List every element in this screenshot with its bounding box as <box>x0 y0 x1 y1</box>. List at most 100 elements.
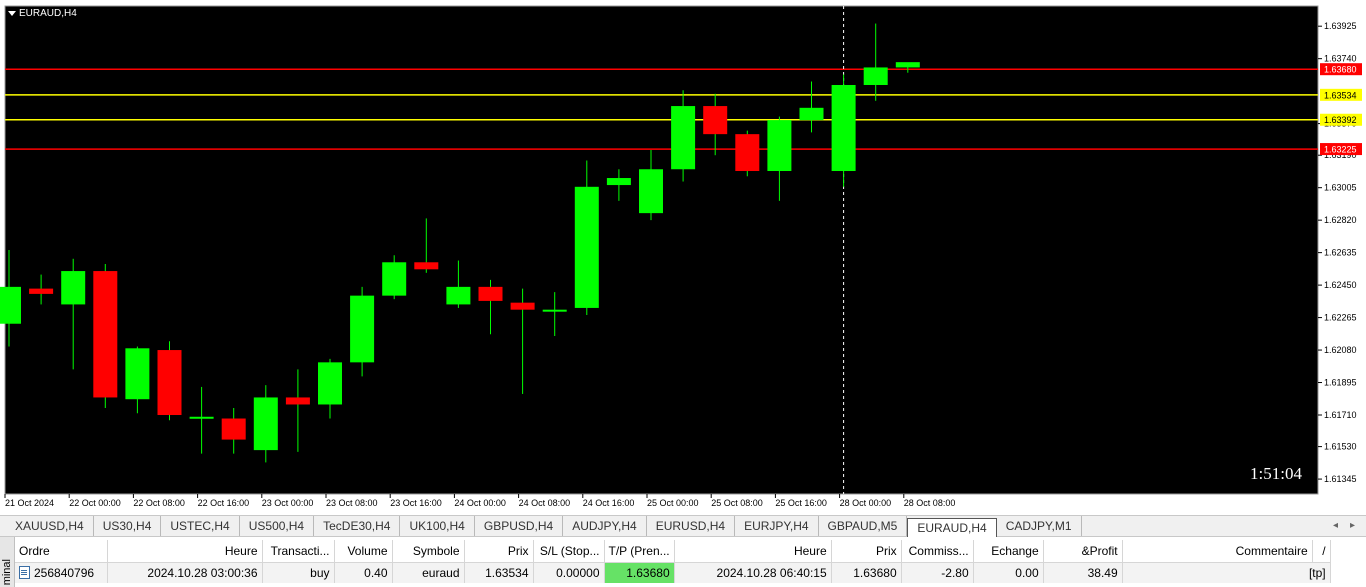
column-header[interactable]: Ordre <box>15 540 108 563</box>
chart-symbol-label: EURAUD,H4 <box>19 8 77 19</box>
price-chart[interactable]: 1.639251.637401.633701.631901.630051.628… <box>0 0 1366 515</box>
candle-body <box>735 134 760 172</box>
column-header[interactable]: Symbole <box>392 540 465 563</box>
x-tick-label: 22 Oct 08:00 <box>133 498 185 508</box>
tab-cadjpy-m1[interactable]: CADJPY,M1 <box>997 516 1082 536</box>
table-cell: [tp] <box>1122 562 1331 583</box>
tab-xauusd-h4[interactable]: XAUUSD,H4 <box>6 516 94 536</box>
table-cell: 1.63680 <box>604 562 675 583</box>
candle-body <box>93 271 118 398</box>
y-tick-label: 1.62635 <box>1324 248 1357 258</box>
tab-us30-h4[interactable]: US30,H4 <box>94 516 162 536</box>
x-tick-label: 25 Oct 08:00 <box>711 498 763 508</box>
tabs-scroll-left-icon[interactable]: ◂ <box>1333 516 1338 536</box>
table-cell: 0.00000 <box>533 562 605 583</box>
y-tick-label: 1.61530 <box>1324 442 1357 452</box>
column-header[interactable]: Transacti... <box>262 540 335 563</box>
candle-body <box>767 120 792 172</box>
x-tick-label: 24 Oct 00:00 <box>454 498 506 508</box>
column-header[interactable]: S/L (Stop... <box>533 540 605 563</box>
x-tick-label: 21 Oct 2024 <box>5 498 54 508</box>
candle-body <box>863 67 888 85</box>
table-cell: euraud <box>392 562 465 583</box>
tab-uk100-h4[interactable]: UK100,H4 <box>400 516 475 536</box>
y-tick-label: 1.62450 <box>1324 280 1357 290</box>
column-header[interactable]: Commiss... <box>901 540 974 563</box>
chart-title: EURAUD,H4 <box>8 8 77 19</box>
column-header[interactable]: Prix <box>831 540 902 563</box>
column-header[interactable]: T/P (Pren... <box>604 540 675 563</box>
order-cell: 256840796 <box>15 562 108 583</box>
candle-body <box>831 84 856 172</box>
table-cell: 38.49 <box>1043 562 1123 583</box>
table-cell: 1.63534 <box>464 562 534 583</box>
tab-audjpy-h4[interactable]: AUDJPY,H4 <box>563 516 647 536</box>
x-tick-label: 24 Oct 08:00 <box>519 498 571 508</box>
column-header[interactable]: / <box>1312 540 1331 563</box>
candle-body <box>382 262 407 296</box>
x-tick-label: 22 Oct 00:00 <box>69 498 121 508</box>
column-header[interactable]: Echange <box>973 540 1044 563</box>
tab-euraud-h4[interactable]: EURAUD,H4 <box>907 518 997 537</box>
candle-body <box>157 350 182 416</box>
column-header[interactable]: Volume <box>334 540 393 563</box>
candle-body <box>253 397 278 451</box>
tab-eurusd-h4[interactable]: EURUSD,H4 <box>647 516 736 536</box>
candle-body <box>799 107 824 121</box>
candle-body <box>703 106 728 135</box>
x-tick-label: 23 Oct 16:00 <box>390 498 442 508</box>
column-header[interactable]: Heure <box>674 540 832 563</box>
price-level-label: 1.63534 <box>1324 90 1357 100</box>
candle-body <box>446 286 471 305</box>
tab-gbpusd-h4[interactable]: GBPUSD,H4 <box>475 516 564 536</box>
table-cell: 2024.10.28 03:00:36 <box>107 562 263 583</box>
table-cell: buy <box>262 562 335 583</box>
price-level-label: 1.63225 <box>1324 145 1357 155</box>
x-tick-label: 23 Oct 00:00 <box>262 498 314 508</box>
tab-ustec-h4[interactable]: USTEC,H4 <box>161 516 240 536</box>
candle-body <box>125 348 150 400</box>
x-tick-label: 28 Oct 08:00 <box>904 498 956 508</box>
candle-body <box>61 271 86 305</box>
column-header[interactable]: &Profit <box>1043 540 1123 563</box>
candle-body <box>189 416 214 419</box>
tab-us500-h4[interactable]: US500,H4 <box>240 516 315 536</box>
tab-tecde30-h4[interactable]: TecDE30,H4 <box>314 516 401 536</box>
candle-body <box>639 169 663 214</box>
y-tick-label: 1.63925 <box>1324 21 1357 31</box>
x-tick-label: 25 Oct 16:00 <box>775 498 827 508</box>
price-level-label: 1.63392 <box>1324 115 1357 125</box>
tab-eurjpy-h4[interactable]: EURJPY,H4 <box>735 516 819 536</box>
candle-body <box>29 288 54 294</box>
table-cell: 1.63680 <box>831 562 902 583</box>
column-header[interactable]: Commentaire <box>1122 540 1313 563</box>
table-row[interactable]: 256840796 2024.10.28 03:00:36 buy 0.40 eurau… <box>15 562 1331 583</box>
y-tick-label: 1.63740 <box>1324 54 1357 64</box>
candle-body <box>606 178 631 186</box>
candle-body <box>350 295 375 363</box>
terminal-side-label[interactable]: minal <box>0 537 15 587</box>
x-tick-label: 22 Oct 16:00 <box>198 498 250 508</box>
candle-countdown-timer: 1:51:04 <box>1250 464 1302 483</box>
trades-header-row: Ordre Heure Transacti... Volume Symbole Prix S… <box>15 540 1331 563</box>
x-tick-label: 23 Oct 08:00 <box>326 498 378 508</box>
y-tick-label: 1.61710 <box>1324 410 1357 420</box>
candle-body <box>478 286 503 301</box>
table-cell: 0.40 <box>334 562 393 583</box>
column-header[interactable]: Heure <box>107 540 263 563</box>
x-tick-label: 28 Oct 00:00 <box>840 498 892 508</box>
y-tick-label: 1.63005 <box>1324 183 1357 193</box>
order-document-icon <box>19 566 30 579</box>
candle-body <box>574 186 599 308</box>
chart-window[interactable]: 1.639251.637401.633701.631901.630051.628… <box>0 0 1366 515</box>
tab-gbpaud-m5[interactable]: GBPAUD,M5 <box>819 516 908 536</box>
table-cell: 0.00 <box>973 562 1044 583</box>
y-tick-label: 1.62265 <box>1324 313 1357 323</box>
column-header[interactable]: Prix <box>464 540 534 563</box>
y-tick-label: 1.62080 <box>1324 345 1357 355</box>
chart-menu-icon[interactable] <box>8 11 16 16</box>
y-tick-label: 1.61345 <box>1324 474 1357 484</box>
x-tick-label: 24 Oct 16:00 <box>583 498 635 508</box>
tabs-scroll-right-icon[interactable]: ▸ <box>1350 516 1355 536</box>
terminal-panel: minal Ordre Heure Transacti... Volume Symbol… <box>0 537 1366 587</box>
